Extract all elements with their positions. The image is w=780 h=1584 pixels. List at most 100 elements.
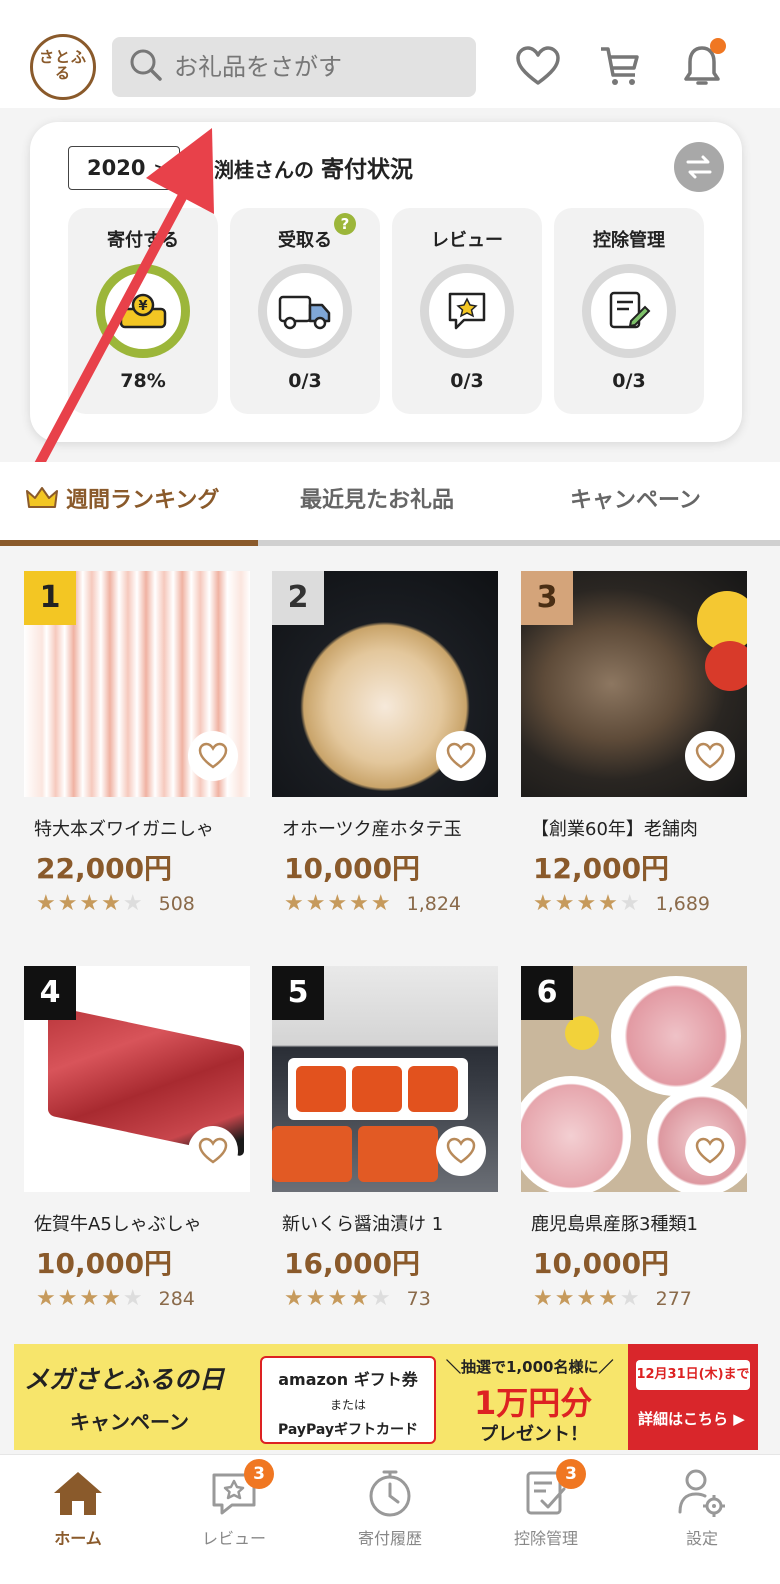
rank-badge: 6: [521, 966, 573, 1020]
product-price: 10,000円: [533, 1247, 670, 1280]
search-icon: [128, 47, 164, 87]
tile-value: 78%: [120, 370, 166, 392]
tile-receive[interactable]: 受取る ? 0/3: [230, 208, 380, 414]
tile-label: レビュー: [431, 230, 503, 251]
favorite-heart-icon[interactable]: [188, 1126, 238, 1176]
product-card[interactable]: 6 鹿児島県産豚3種類1 10,000円 ★★★★★ 277: [521, 966, 747, 1311]
product-price: 10,000円: [284, 852, 421, 885]
product-card[interactable]: 1 特大本ズワイガニしゃ 22,000円 ★★★★★ 508: [24, 571, 250, 916]
nav-label: ホーム: [54, 1529, 102, 1548]
product-image-beef[interactable]: 4: [24, 966, 250, 1192]
lemon-shape: [565, 1016, 599, 1050]
review-count: 1,689: [655, 893, 711, 915]
product-card[interactable]: 3 【創業60年】老舗肉 12,000円 ★★★★★ 1,689: [521, 571, 747, 916]
campaign-banner[interactable]: メガさとふるの日 キャンペーン amazon ギフト券 または PayPayギフ…: [14, 1344, 758, 1450]
tile-value: 0/3: [288, 370, 322, 392]
review-progress-ring: [420, 264, 514, 358]
product-price: 12,000円: [533, 852, 670, 885]
star-rating-icon: ★★★★★: [36, 891, 145, 916]
ikura-shape: [358, 1126, 438, 1182]
product-card[interactable]: 4 佐賀牛A5しゃぶしゃ 10,000円 ★★★★★ 284: [24, 966, 250, 1311]
year-selector[interactable]: 2020 >: [68, 146, 180, 190]
chevron-right-icon: >: [153, 158, 167, 178]
product-image-ikura[interactable]: 5: [272, 966, 498, 1192]
swap-button[interactable]: [674, 142, 724, 192]
deadline-label: 12月31日(木)まで: [636, 1360, 750, 1390]
star-rating-icon: ★★★★★: [284, 1286, 393, 1311]
review-count: 508: [158, 893, 195, 915]
product-name: オホーツク産ホタテ玉: [282, 819, 462, 840]
review-count: 1,824: [406, 893, 462, 915]
search-bar[interactable]: [112, 37, 476, 97]
home-icon: [0, 1463, 156, 1523]
deduction-document-icon: 3: [468, 1459, 624, 1523]
product-price: 10,000円: [36, 1247, 173, 1280]
nav-review[interactable]: 3 レビュー: [156, 1459, 312, 1549]
product-rating: ★★★★★ 73: [284, 1286, 498, 1311]
nav-deduction[interactable]: 3 控除管理: [468, 1459, 624, 1549]
nav-home[interactable]: ホーム: [0, 1463, 156, 1549]
satofull-logo[interactable]: さとふる: [30, 34, 96, 100]
nav-label: 寄付履歴: [357, 1529, 422, 1548]
tab-campaign[interactable]: キャンペーン: [570, 482, 701, 514]
banner-cta-box[interactable]: 12月31日(木)まで 詳細はこちら ▶: [628, 1344, 758, 1450]
review-badge: 3: [244, 1459, 274, 1489]
tile-label: 受取る: [278, 230, 332, 251]
search-input[interactable]: [174, 53, 454, 81]
gift-card-box: amazon ギフト券 または PayPayギフトカード: [260, 1356, 436, 1444]
product-rating: ★★★★★ 508: [36, 891, 250, 916]
product-image-crab[interactable]: 1: [24, 571, 250, 797]
deduction-badge: 3: [556, 1459, 586, 1489]
tab-label: 週間ランキング: [66, 488, 220, 513]
ikura-shape: [408, 1066, 458, 1112]
ikura-shape: [296, 1066, 346, 1112]
tile-label: 寄付する: [107, 230, 179, 251]
status-heading: 寄付状況: [320, 157, 413, 183]
notification-dot: [710, 38, 726, 54]
nav-settings[interactable]: 設定: [624, 1463, 780, 1549]
nav-label: 控除管理: [513, 1529, 578, 1548]
bottom-navigation: ホーム 3 レビュー 寄付履歴 3 控除管理 設定: [0, 1454, 780, 1584]
product-name: 特大本ズワイガニしゃ: [34, 819, 214, 840]
nav-donation-history[interactable]: 寄付履歴: [312, 1463, 468, 1549]
product-card[interactable]: 2 オホーツク産ホタテ玉 10,000円 ★★★★★ 1,824: [272, 571, 498, 916]
favorite-heart-icon[interactable]: [685, 1126, 735, 1176]
tab-weekly-ranking[interactable]: 週間ランキング: [26, 482, 219, 514]
product-image-scallops[interactable]: 2: [272, 571, 498, 797]
rank-badge: 3: [521, 571, 573, 625]
review-count: 284: [158, 1288, 195, 1310]
notification-bell-icon[interactable]: [676, 38, 728, 92]
cart-icon[interactable]: [594, 40, 646, 92]
favorite-heart-icon[interactable]: [436, 1126, 486, 1176]
year-value: 2020: [87, 156, 146, 180]
tab-recently-viewed[interactable]: 最近見たお礼品: [300, 482, 454, 514]
tile-label: 控除管理: [593, 230, 665, 251]
product-price: 22,000円: [36, 852, 173, 885]
ikura-shape: [352, 1066, 402, 1112]
review-icon: 3: [156, 1459, 312, 1523]
tile-deduction[interactable]: 控除管理 0/3: [554, 208, 704, 414]
favorite-heart-icon[interactable]: [188, 731, 238, 781]
product-name: 【創業60年】老舗肉: [531, 819, 698, 840]
rank-badge: 1: [24, 571, 76, 625]
tab-bar: 週間ランキング 最近見たお礼品 キャンペーン: [0, 462, 780, 546]
prize-text: 1万円分: [474, 1384, 593, 1422]
product-name: 鹿児島県産豚3種類1: [531, 1214, 698, 1235]
product-card[interactable]: 5 新いくら醤油漬け 1 16,000円 ★★★★★ 73: [272, 966, 498, 1311]
amazon-gift-label: amazon ギフト券: [278, 1370, 418, 1389]
or-label: または: [329, 1398, 366, 1412]
favorite-heart-icon[interactable]: [436, 731, 486, 781]
star-rating-icon: ★★★★★: [533, 891, 642, 916]
swap-arrows-icon: [686, 155, 712, 179]
document-pen-icon: [609, 291, 651, 329]
favorites-heart-icon[interactable]: [512, 40, 564, 92]
tile-review[interactable]: レビュー 0/3: [392, 208, 542, 414]
details-link[interactable]: 詳細はこちら ▶: [638, 1408, 745, 1429]
tile-donate[interactable]: 寄付する ¥ 78%: [68, 208, 218, 414]
favorite-heart-icon[interactable]: [685, 731, 735, 781]
product-rating: ★★★★★ 284: [36, 1286, 250, 1311]
banner-title: メガさとふるの日: [24, 1365, 225, 1394]
product-image-hamburg[interactable]: 3: [521, 571, 747, 797]
product-image-pork[interactable]: 6: [521, 966, 747, 1192]
help-icon[interactable]: ?: [334, 213, 356, 235]
